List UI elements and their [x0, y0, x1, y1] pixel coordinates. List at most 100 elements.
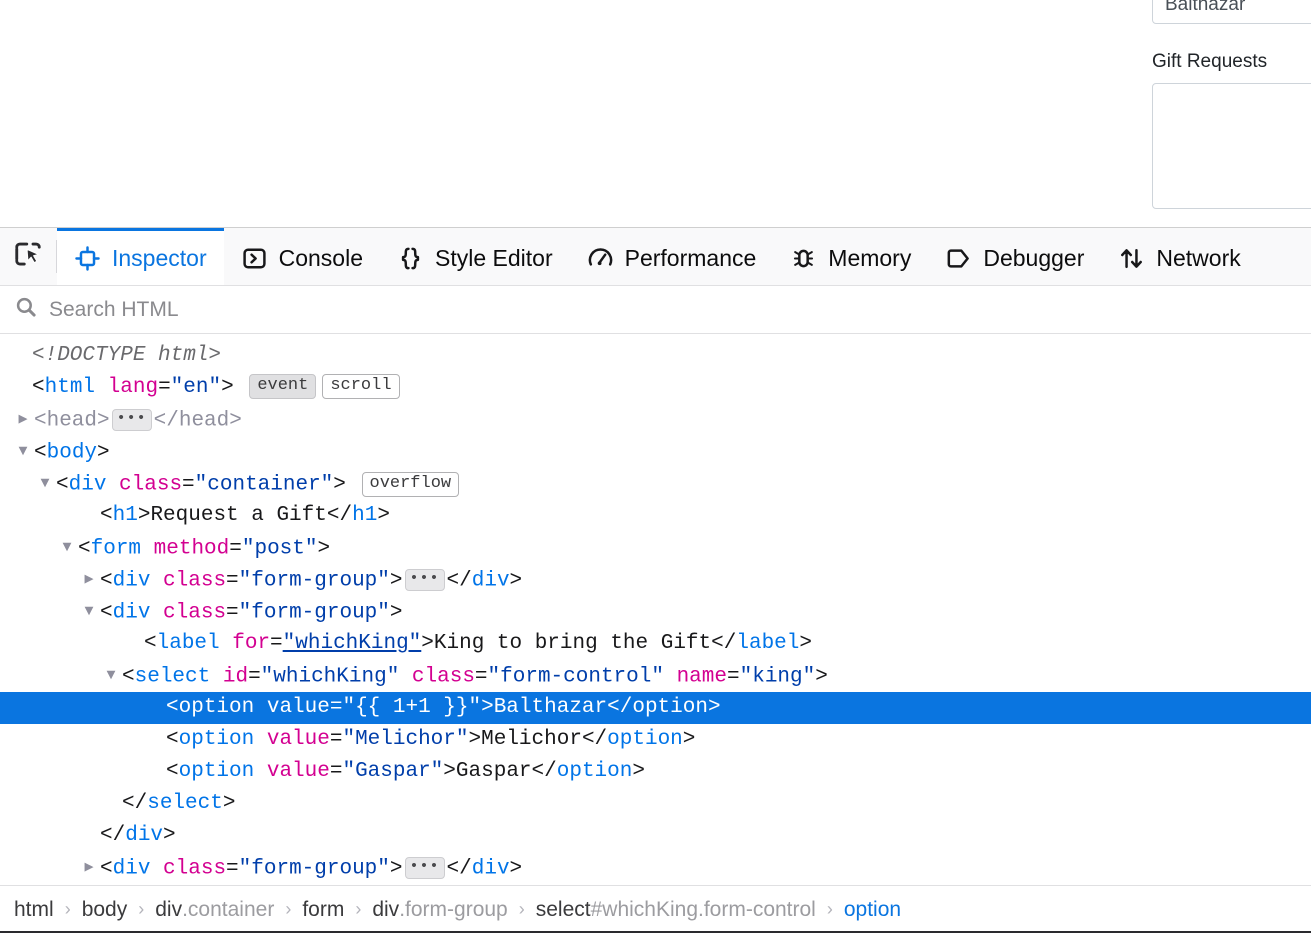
badge-event[interactable]: event: [249, 374, 317, 399]
node-select-id-name[interactable]: id: [223, 666, 248, 689]
node-fg2-tag: div: [112, 601, 151, 625]
node-select-tag-close: select: [147, 792, 223, 815]
node-select[interactable]: ▼ <select id="whichKing" class="form-cont…: [0, 660, 1311, 692]
badge-scroll[interactable]: scroll: [322, 374, 400, 399]
node-opt3-attr-name[interactable]: value: [267, 760, 330, 783]
expand-ellipsis-head[interactable]: •••: [111, 408, 152, 431]
node-fg1-attr-value[interactable]: "form-group": [239, 570, 390, 593]
gift-requests-textarea[interactable]: [1152, 83, 1311, 209]
tab-style-editor[interactable]: Style Editor: [380, 228, 570, 285]
badge-overflow[interactable]: overflow: [361, 471, 460, 497]
breadcrumb-separator-icon: ›: [518, 899, 525, 919]
breadcrumb-item-option[interactable]: option: [844, 898, 901, 922]
node-form[interactable]: ▼ <form method="post">: [0, 532, 1311, 564]
node-form-group-collapsed-1[interactable]: ▶ <div class="form-group"> ••• </div>: [0, 564, 1311, 596]
gift-requests-label: Gift Requests: [1152, 51, 1268, 72]
node-label[interactable]: <label for="whichKing">King to bring the…: [0, 628, 1311, 660]
tab-network-label: Network: [1156, 244, 1241, 271]
twisty-body-expanded[interactable]: ▼: [12, 436, 34, 468]
node-opt1-attr-name[interactable]: value: [267, 696, 330, 719]
html-search-bar[interactable]: Search HTML: [0, 286, 1311, 334]
node-option-gaspar[interactable]: <option value="Gaspar">Gaspar</option>: [0, 756, 1311, 788]
node-form-group-collapsed-3[interactable]: ▶ <div class="form-group"> ••• </div>: [0, 852, 1311, 884]
twisty-form-group-3-collapsed[interactable]: ▶: [78, 852, 100, 884]
tab-console[interactable]: Console: [224, 228, 380, 285]
node-doctype[interactable]: <!DOCTYPE html>: [0, 340, 1311, 372]
node-fg3-tag-close: div: [471, 857, 510, 881]
expand-ellipsis-form-group-1[interactable]: •••: [404, 568, 445, 591]
breadcrumb-item-html[interactable]: html: [14, 898, 54, 922]
request-a-gift-form: Balthazar Gift Requests: [1152, 0, 1311, 209]
tab-memory[interactable]: Memory: [773, 228, 928, 285]
node-html[interactable]: <html lang="en"> event scroll: [0, 372, 1311, 404]
breadcrumb-item-div-form-group[interactable]: div .form-group: [372, 898, 507, 922]
breadcrumb-element: select: [535, 897, 591, 921]
node-form-group-expanded[interactable]: ▼ <div class="form-group">: [0, 596, 1311, 628]
node-html-attr-name[interactable]: lang: [108, 376, 158, 399]
element-picker-button[interactable]: [0, 228, 56, 285]
node-html-attr-value[interactable]: "en": [171, 376, 221, 399]
twisty-container-expanded[interactable]: ▼: [34, 468, 56, 500]
node-opt2-attr-name[interactable]: value: [267, 728, 330, 751]
search-input[interactable]: Search HTML: [49, 299, 179, 320]
node-select-class-value[interactable]: "form-control": [488, 666, 664, 689]
node-fg1-attr-name[interactable]: class: [163, 570, 226, 593]
node-container-attr-value[interactable]: "container": [195, 474, 334, 497]
node-option-melichor[interactable]: <option value="Melichor">Melichor</optio…: [0, 724, 1311, 756]
twisty-form-group-2-expanded[interactable]: ▼: [78, 596, 100, 628]
expand-ellipsis-form-group-3[interactable]: •••: [404, 856, 445, 879]
tab-debugger-label: Debugger: [983, 244, 1085, 271]
node-form-attr-name[interactable]: method: [154, 538, 230, 561]
node-container-tag: div: [68, 473, 107, 497]
node-h1-text: Request a Gift: [150, 504, 327, 527]
breadcrumb-item-form[interactable]: form: [302, 898, 344, 922]
twisty-select-expanded[interactable]: ▼: [100, 660, 122, 692]
node-opt3-tag: option: [178, 760, 255, 783]
node-h1[interactable]: <h1>Request a Gift</h1>: [0, 500, 1311, 532]
node-option-balthazar[interactable]: <option value="{{ 1+1 }}">Balthazar</opt…: [0, 692, 1311, 724]
node-fg2-attr-value[interactable]: "form-group": [239, 602, 390, 625]
node-div-container[interactable]: ▼ <div class="container"> overflow: [0, 468, 1311, 500]
tab-inspector-label: Inspector: [112, 244, 207, 271]
node-body[interactable]: ▼ <body>: [0, 436, 1311, 468]
node-opt3-attr-value[interactable]: "Gaspar": [342, 760, 443, 783]
node-form-attr-value[interactable]: "post": [242, 538, 318, 561]
tab-performance-label: Performance: [624, 244, 757, 271]
markup-view: <!DOCTYPE html> <html lang="en"> event sc…: [0, 334, 1311, 885]
node-opt1-text: Balthazar: [493, 696, 608, 719]
which-king-select[interactable]: Balthazar: [1152, 0, 1311, 24]
node-fg2-tag-close: div: [125, 824, 164, 847]
node-head-close: </head>: [153, 409, 242, 433]
node-container-attr-name[interactable]: class: [119, 474, 182, 497]
doctype-text: <!DOCTYPE html>: [32, 344, 222, 367]
node-fg2-attr-name[interactable]: class: [163, 602, 226, 625]
node-fg1-tag: div: [112, 569, 151, 593]
twisty-form-group-1-collapsed[interactable]: ▶: [78, 564, 100, 596]
tab-inspector[interactable]: Inspector: [57, 228, 224, 285]
node-head[interactable]: ▶ <head> ••• </head>: [0, 404, 1311, 436]
node-opt2-attr-value[interactable]: "Melichor": [342, 728, 468, 751]
node-fg3-attr-name[interactable]: class: [163, 858, 226, 881]
twisty-head-collapsed[interactable]: ▶: [12, 404, 34, 436]
twisty-form-expanded[interactable]: ▼: [56, 532, 78, 564]
breadcrumb-item-body[interactable]: body: [82, 898, 128, 922]
tab-debugger[interactable]: Debugger: [928, 228, 1101, 285]
breadcrumb-item-div-container[interactable]: div .container: [155, 898, 274, 922]
node-select-id-value[interactable]: "whichKing": [261, 666, 400, 689]
node-opt2-tag-close: option: [607, 728, 683, 751]
node-select-class-name[interactable]: class: [412, 666, 475, 689]
node-opt1-tag: option: [178, 696, 255, 719]
tab-network[interactable]: Network: [1101, 228, 1257, 285]
debugger-icon: [945, 245, 972, 272]
node-label-attr-value[interactable]: "whichKing": [283, 632, 422, 655]
node-label-attr-name[interactable]: for: [232, 632, 270, 655]
node-opt1-attr-value[interactable]: "{{ 1+1 }}": [342, 696, 481, 719]
node-select-name-value[interactable]: "king": [740, 666, 816, 689]
tab-performance[interactable]: Performance: [570, 228, 774, 285]
node-fg3-attr-value[interactable]: "form-group": [239, 858, 390, 881]
node-select-name-name[interactable]: name: [677, 666, 727, 689]
node-opt3-tag-close: option: [556, 760, 633, 783]
breadcrumb-separator-icon: ›: [138, 899, 145, 919]
node-html-tag: html: [44, 376, 96, 399]
breadcrumb-item-select[interactable]: select #whichKing.form-control: [536, 898, 816, 922]
